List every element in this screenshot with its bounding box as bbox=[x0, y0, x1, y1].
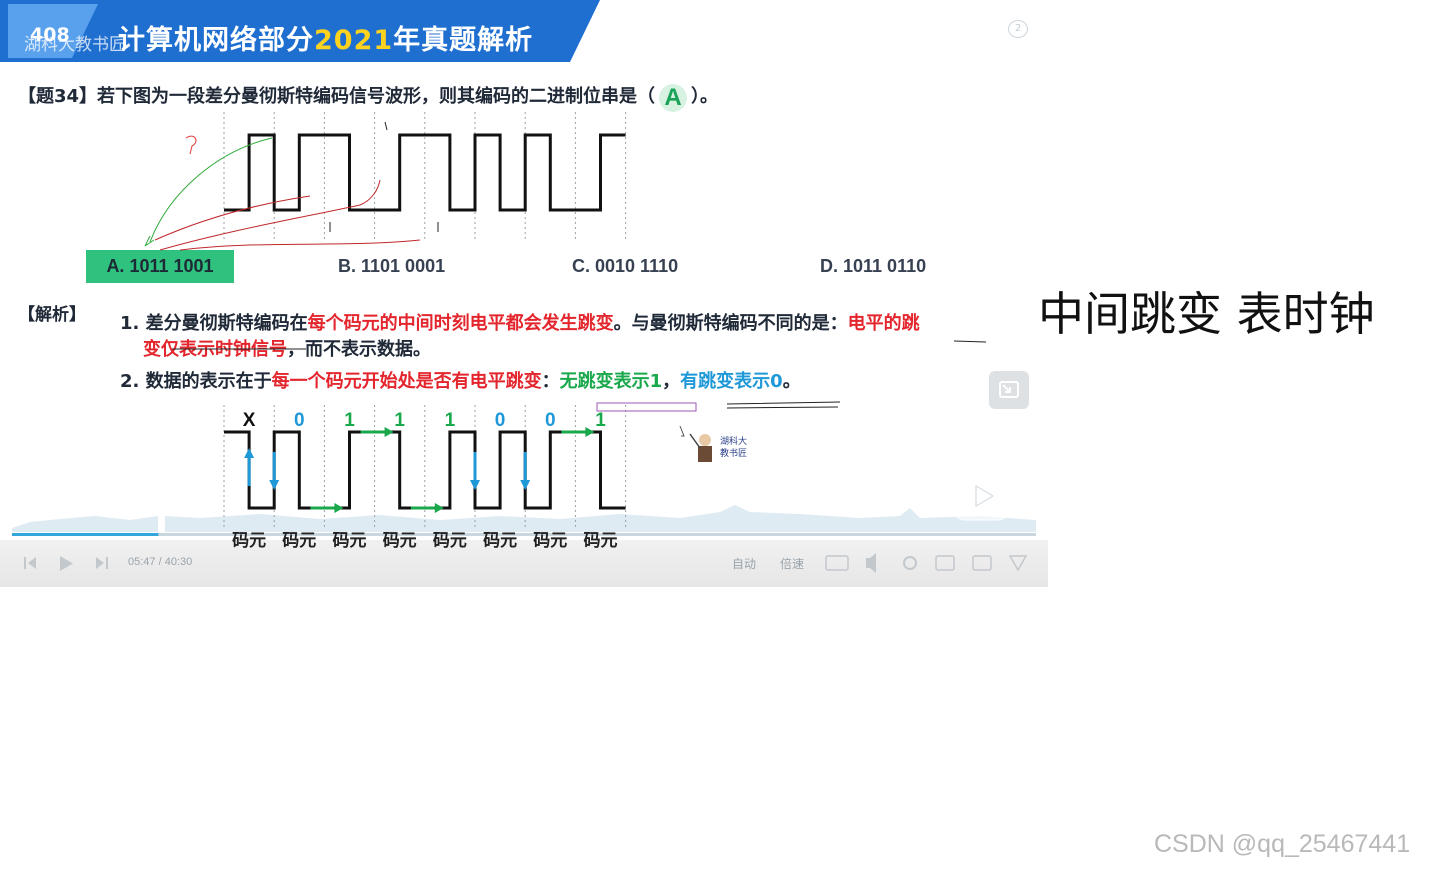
bit-label: 1 bbox=[445, 410, 456, 431]
progress-bar-fill bbox=[12, 533, 159, 536]
cell-label: 码元 bbox=[483, 531, 517, 551]
playback-speed-button[interactable]: 倍速 bbox=[780, 555, 804, 572]
transition-arrow-head bbox=[269, 480, 280, 490]
auto-quality-button[interactable]: 自动 bbox=[732, 555, 756, 572]
transition-arrow-head bbox=[470, 480, 480, 490]
play-button-icon bbox=[953, 469, 1009, 521]
pip-icon bbox=[999, 381, 1019, 398]
mascot-icon bbox=[689, 433, 712, 462]
cell-label: 码元 bbox=[533, 531, 567, 551]
mascot-line-2: 教书匠 bbox=[720, 449, 748, 459]
handwritten-note: 中间跳变 表时钟 bbox=[1038, 287, 1375, 341]
cell-label: 码元 bbox=[433, 531, 467, 551]
no-transition-arrow-head bbox=[384, 427, 394, 437]
bit-label: 1 bbox=[595, 410, 606, 431]
transition-arrow-head bbox=[520, 480, 531, 490]
bit-label: 0 bbox=[495, 410, 506, 431]
mid-transition-arrow-head bbox=[244, 448, 255, 458]
mascot-line-1: 湖科大 bbox=[720, 437, 748, 447]
bit-label: 0 bbox=[545, 410, 556, 431]
bit-label: 0 bbox=[294, 410, 305, 431]
cell-label: 码元 bbox=[584, 531, 618, 551]
cell-label: 码元 bbox=[333, 531, 367, 551]
cell-label: 码元 bbox=[383, 531, 417, 551]
video-player[interactable]: 湖科大教书匠 408 计算机网络部分2021年真题解析 2 【题34】若下图为一… bbox=[0, 0, 1048, 587]
bit-label: 1 bbox=[394, 410, 405, 431]
handwritten-note-text: 中间跳变 表时钟 bbox=[1038, 287, 1375, 341]
bit-label: X bbox=[243, 410, 256, 431]
no-transition-arrow-head bbox=[434, 503, 444, 513]
no-transition-arrow-head bbox=[585, 427, 595, 437]
progress-track bbox=[12, 533, 1036, 536]
player-overlay: X0111001 码元 码元 码元 码元 码元 码元 码元 码元 bbox=[12, 121, 1036, 573]
picture-in-picture-button[interactable] bbox=[989, 371, 1029, 409]
no-transition-arrow-head bbox=[334, 503, 344, 513]
handwriting-annotations bbox=[144, 121, 987, 437]
csdn-watermark: CSDN @qq_25467441 bbox=[1154, 830, 1411, 858]
cell-label: 码元 bbox=[232, 531, 266, 551]
cell-label: 码元 bbox=[282, 531, 316, 551]
bit-label: 1 bbox=[344, 410, 355, 431]
time-display: 05:47 / 40:30 bbox=[128, 556, 193, 568]
mascot-label: 湖科大 教书匠 bbox=[720, 436, 747, 460]
